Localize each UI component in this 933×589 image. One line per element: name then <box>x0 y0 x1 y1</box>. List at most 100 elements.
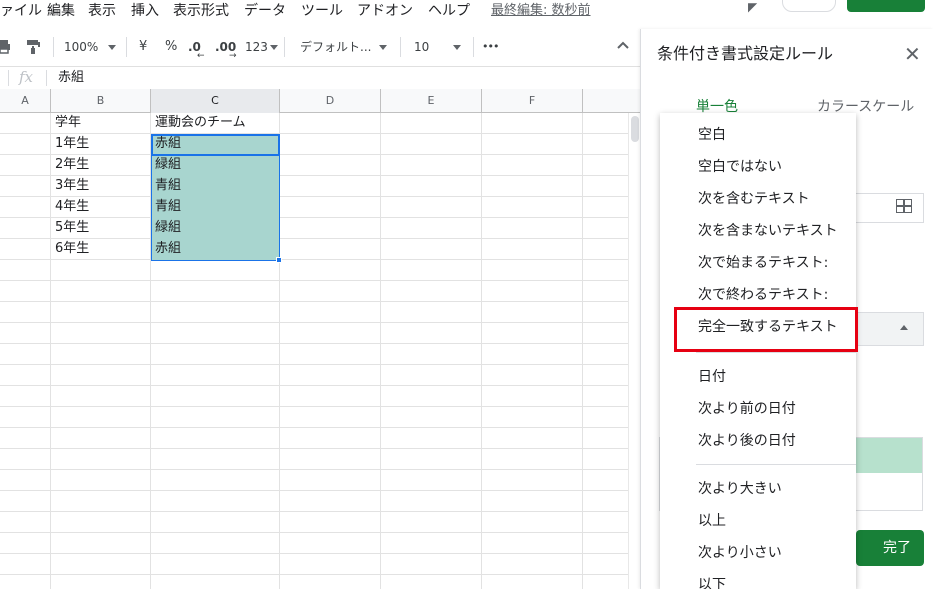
cell-c7[interactable]: 赤組 <box>151 239 280 260</box>
cell-f5[interactable] <box>482 197 583 218</box>
zoom-select[interactable]: 100% <box>64 37 117 57</box>
cell-b20[interactable] <box>51 512 151 533</box>
cell-d1[interactable] <box>280 113 381 134</box>
cell-e21[interactable] <box>381 533 482 554</box>
menu-addons[interactable]: アドオン <box>357 1 413 21</box>
cell-f6[interactable] <box>482 218 583 239</box>
cell-b6[interactable]: 5年生 <box>51 218 151 239</box>
cell-a2[interactable] <box>0 134 51 155</box>
cell-c11[interactable] <box>151 323 280 344</box>
cell-b17[interactable] <box>51 449 151 470</box>
column-header-g[interactable] <box>583 89 640 113</box>
cell-d6[interactable] <box>280 218 381 239</box>
cell-b13[interactable] <box>51 365 151 386</box>
cell-f7[interactable] <box>482 239 583 260</box>
cell-e6[interactable] <box>381 218 482 239</box>
cell-c9[interactable] <box>151 281 280 302</box>
percent-format-button[interactable]: % <box>165 37 177 57</box>
cell-e7[interactable] <box>381 239 482 260</box>
column-header-c[interactable]: C <box>151 89 280 113</box>
cell-a17[interactable] <box>0 449 51 470</box>
cell-b1[interactable]: 学年 <box>51 113 151 134</box>
dropdown-item-greater-than[interactable]: 次より大きい <box>698 478 782 500</box>
font-select[interactable]: デフォルト... <box>300 37 388 57</box>
dropdown-item-text-not-contains[interactable]: 次を含まないテキスト <box>698 220 838 242</box>
cell-b2[interactable]: 1年生 <box>51 134 151 155</box>
cell-b23[interactable] <box>51 575 151 589</box>
cell-d21[interactable] <box>280 533 381 554</box>
cell-e16[interactable] <box>381 428 482 449</box>
cell-d23[interactable] <box>280 575 381 589</box>
cell-d13[interactable] <box>280 365 381 386</box>
menu-edit[interactable]: 編集 <box>47 1 75 21</box>
cell-b9[interactable] <box>51 281 151 302</box>
dropdown-item-date-after[interactable]: 次より後の日付 <box>698 430 796 452</box>
cell-e9[interactable] <box>381 281 482 302</box>
more-icon[interactable]: ••• <box>482 37 499 57</box>
cell-b11[interactable] <box>51 323 151 344</box>
comment-history-button[interactable] <box>782 0 836 12</box>
font-size-select[interactable]: 10 <box>414 37 462 57</box>
cell-b3[interactable]: 2年生 <box>51 155 151 176</box>
menu-insert[interactable]: 挿入 <box>131 1 159 21</box>
cell-a10[interactable] <box>0 302 51 323</box>
share-button[interactable] <box>847 0 925 12</box>
cell-c19[interactable] <box>151 491 280 512</box>
cell-f23[interactable] <box>482 575 583 589</box>
cell-f14[interactable] <box>482 386 583 407</box>
spreadsheet-grid[interactable]: A B C D E F 学年 運動会のチーム 1年生 赤組 2年生 緑組 3年生 青組 4年生青… <box>0 89 640 589</box>
cell-d18[interactable] <box>280 470 381 491</box>
menu-help[interactable]: ヘルプ <box>428 1 470 21</box>
cell-a11[interactable] <box>0 323 51 344</box>
cell-e12[interactable] <box>381 344 482 365</box>
cell-c16[interactable] <box>151 428 280 449</box>
cell-f2[interactable] <box>482 134 583 155</box>
cell-e4[interactable] <box>381 176 482 197</box>
cell-a6[interactable] <box>0 218 51 239</box>
dropdown-item-blank[interactable]: 空白 <box>698 124 726 146</box>
cell-f9[interactable] <box>482 281 583 302</box>
dropdown-item-text-exactly[interactable]: 完全一致するテキスト <box>698 316 838 338</box>
cell-a3[interactable] <box>0 155 51 176</box>
cell-d15[interactable] <box>280 407 381 428</box>
cell-f21[interactable] <box>482 533 583 554</box>
cell-a1[interactable] <box>0 113 51 134</box>
cell-c1[interactable]: 運動会のチーム <box>151 113 280 134</box>
cell-e3[interactable] <box>381 155 482 176</box>
chevron-up-icon[interactable] <box>616 40 630 50</box>
cell-a14[interactable] <box>0 386 51 407</box>
cell-c14[interactable] <box>151 386 280 407</box>
cell-e19[interactable] <box>381 491 482 512</box>
cell-c18[interactable] <box>151 470 280 491</box>
cell-f15[interactable] <box>482 407 583 428</box>
cell-a12[interactable] <box>0 344 51 365</box>
cell-c12[interactable] <box>151 344 280 365</box>
cell-a20[interactable] <box>0 512 51 533</box>
cell-d20[interactable] <box>280 512 381 533</box>
scrollbar-thumb[interactable] <box>631 116 639 142</box>
formula-input[interactable]: 赤組 <box>58 69 84 87</box>
column-header-e[interactable]: E <box>381 89 482 113</box>
cell-b16[interactable] <box>51 428 151 449</box>
more-formats-button[interactable]: 123 <box>245 37 278 57</box>
cell-e22[interactable] <box>381 554 482 575</box>
cell-f8[interactable] <box>482 260 583 281</box>
cell-e10[interactable] <box>381 302 482 323</box>
cell-e23[interactable] <box>381 575 482 589</box>
cell-e18[interactable] <box>381 470 482 491</box>
cell-c3[interactable]: 緑組 <box>151 155 280 176</box>
cell-b21[interactable] <box>51 533 151 554</box>
cell-c2[interactable]: 赤組 <box>151 134 280 155</box>
menu-data[interactable]: データ <box>244 1 286 21</box>
cell-a13[interactable] <box>0 365 51 386</box>
column-header-b[interactable]: B <box>51 89 151 113</box>
cell-d16[interactable] <box>280 428 381 449</box>
cell-c15[interactable] <box>151 407 280 428</box>
cell-f20[interactable] <box>482 512 583 533</box>
cell-d22[interactable] <box>280 554 381 575</box>
cell-c6[interactable]: 緑組 <box>151 218 280 239</box>
dropdown-item-not-blank[interactable]: 空白ではない <box>698 156 782 178</box>
grid-icon[interactable] <box>896 199 912 213</box>
cell-f3[interactable] <box>482 155 583 176</box>
cell-d17[interactable] <box>280 449 381 470</box>
